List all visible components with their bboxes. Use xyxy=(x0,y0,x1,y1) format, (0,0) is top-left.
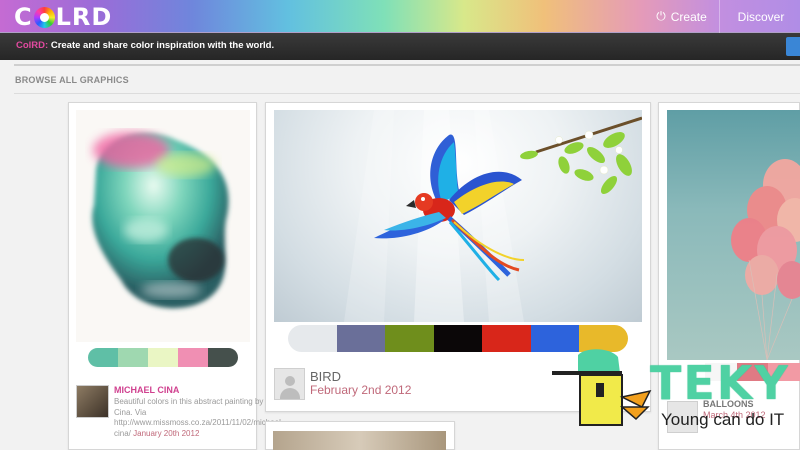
signup-button[interactable] xyxy=(786,37,800,56)
abstract-painting xyxy=(92,132,229,309)
graphic-title[interactable]: BIRD xyxy=(310,369,341,384)
swatch[interactable] xyxy=(385,325,434,352)
avatar[interactable] xyxy=(76,385,109,418)
swatch[interactable] xyxy=(482,325,531,352)
swatch[interactable] xyxy=(336,325,386,352)
discover-button[interactable]: Discover xyxy=(722,0,800,33)
create-button[interactable]: ⏻ Create xyxy=(644,0,720,33)
logo-letters: LRD xyxy=(55,3,113,31)
graphic-image-abstract-painting[interactable] xyxy=(76,110,250,342)
graphic-image-partial[interactable] xyxy=(273,431,446,450)
swatch[interactable] xyxy=(118,348,148,367)
divider xyxy=(14,93,800,94)
swatch[interactable] xyxy=(288,325,337,352)
post-date: February 2nd 2012 xyxy=(310,383,412,397)
divider xyxy=(14,64,800,66)
logo-letter-c: C xyxy=(14,3,33,31)
colrd-logo[interactable]: C LRD xyxy=(14,3,113,31)
balloons-photo xyxy=(731,159,800,360)
section-title: BROWSE ALL GRAPHICS xyxy=(15,75,129,85)
swatch[interactable] xyxy=(148,348,178,367)
default-avatar-icon[interactable] xyxy=(274,368,305,400)
swatch[interactable] xyxy=(178,348,208,367)
color-palette[interactable] xyxy=(88,348,238,367)
graphic-image-balloons[interactable] xyxy=(667,110,800,360)
create-label: Create xyxy=(670,9,707,24)
duck-mascot-icon xyxy=(552,349,652,426)
tagline: ColRD: Create and share color inspiratio… xyxy=(16,40,274,51)
swatch[interactable] xyxy=(208,348,238,367)
swatch[interactable] xyxy=(433,325,483,352)
color-wheel-icon xyxy=(33,6,55,28)
post-date: January 20th 2012 xyxy=(133,428,200,438)
author-name[interactable]: MICHAEL CINA xyxy=(114,385,179,395)
teky-mascot-logo xyxy=(550,345,655,430)
tagline-brand: ColRD: xyxy=(16,40,49,51)
avatar-head xyxy=(285,376,295,386)
top-header: C LRD ⏻ Create Discover xyxy=(0,0,800,33)
power-icon: ⏻ xyxy=(656,9,666,23)
tagline-text: Create and share color inspiration with … xyxy=(48,40,275,51)
tagline-bar: ColRD: Create and share color inspiratio… xyxy=(0,33,800,60)
swatch[interactable] xyxy=(88,348,118,367)
graphic-image-bird[interactable] xyxy=(274,110,642,322)
avatar-body xyxy=(280,388,300,399)
parrot-illustration xyxy=(344,110,642,322)
teky-slogan: Young can do IT xyxy=(661,410,785,429)
teky-wordmark: TEKY xyxy=(650,356,790,410)
discover-label: Discover xyxy=(737,9,785,24)
